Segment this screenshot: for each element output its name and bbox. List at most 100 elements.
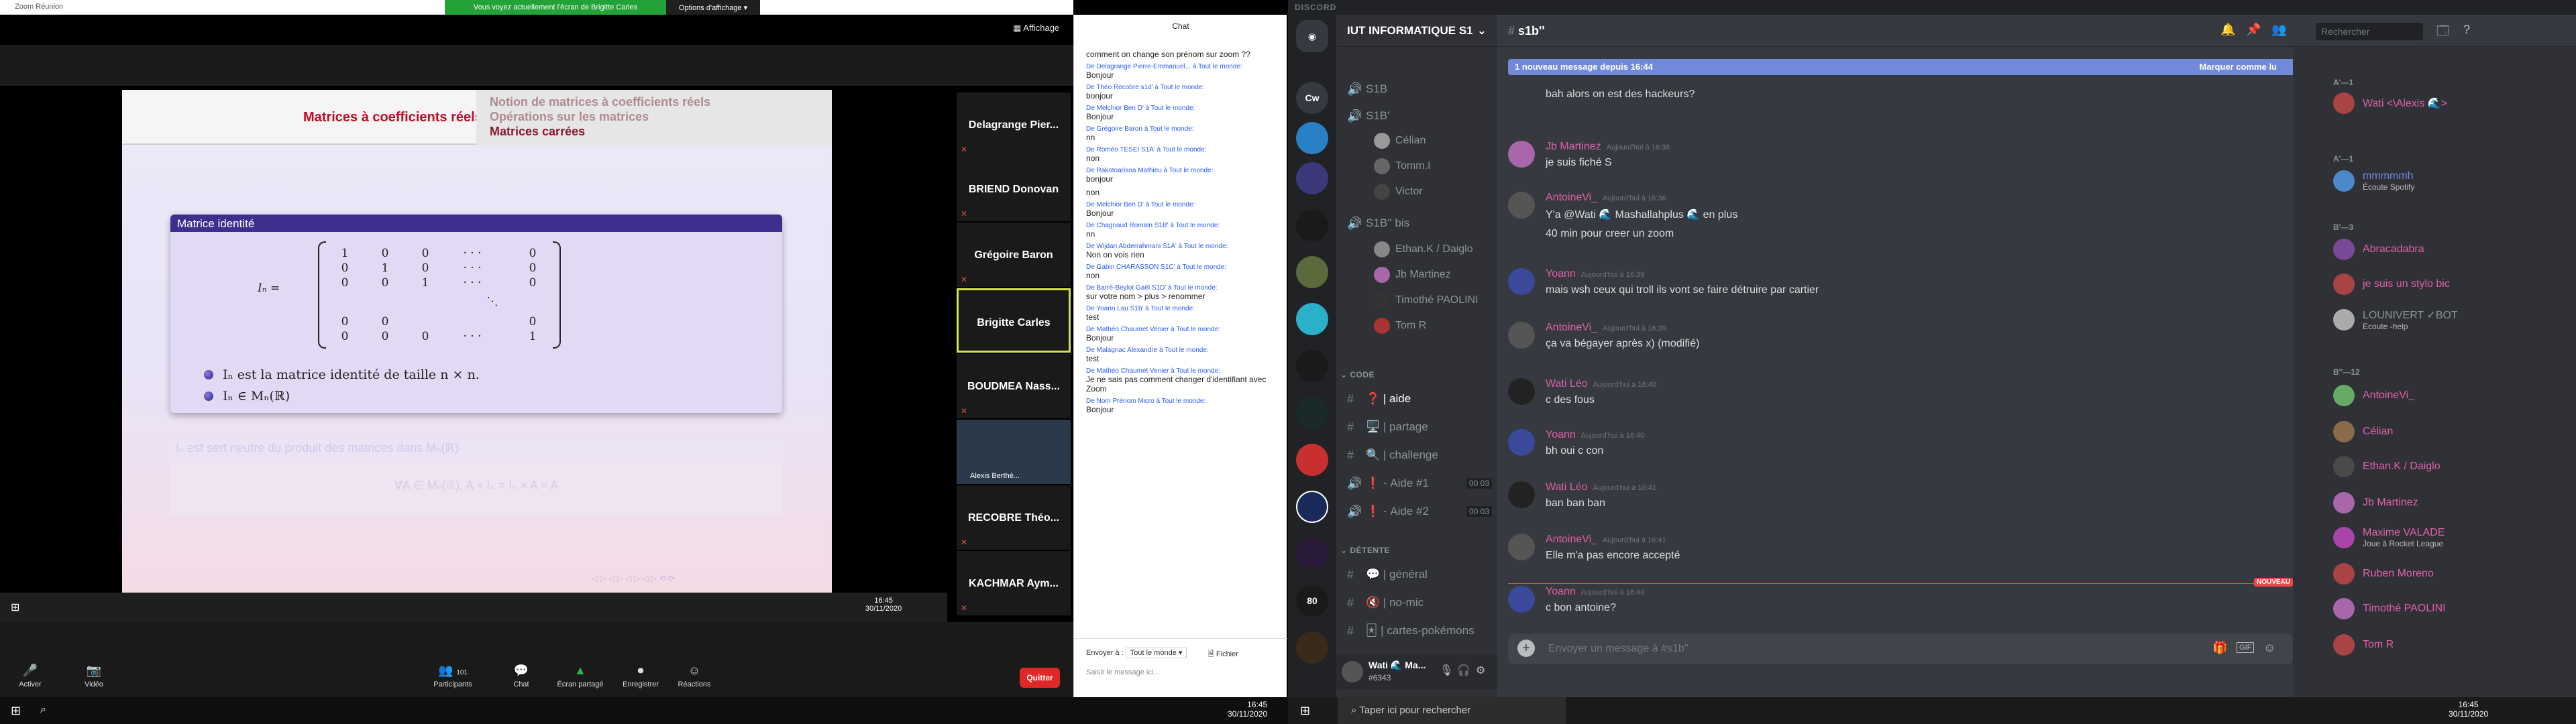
member-item[interactable]: Abracadabra [2333, 239, 2424, 260]
voice-channel[interactable]: 🔊 S1B' [1347, 106, 1492, 126]
message-author[interactable]: Jb Martinez Aujourd'hui à 16:36 [1546, 141, 1670, 153]
server-icon[interactable] [1296, 122, 1328, 154]
view-button[interactable]: ▦ Affichage [1013, 23, 1059, 34]
voice-user[interactable]: Tom R [1374, 318, 1426, 334]
participant-tile[interactable]: BOUDMEA Nass... ✕ [957, 354, 1071, 418]
member-item[interactable]: LOUNIVERT ✓BOT Ecoute -help [2333, 308, 2458, 331]
search-icon[interactable]: ⌕ [40, 704, 46, 716]
member-item[interactable]: Maxime VALADE Joue à Rocket League [2333, 527, 2445, 548]
avatar[interactable] [1508, 429, 1535, 456]
participant-tile[interactable]: KACHMAR Aym... ✕ [957, 551, 1071, 615]
server-icon[interactable] [1296, 209, 1328, 241]
participant-tile-active[interactable]: Brigitte Carles [957, 288, 1071, 353]
member-item[interactable]: Ruben Moreno [2333, 563, 2434, 585]
server-icon[interactable] [1296, 397, 1328, 429]
voice-user[interactable]: Célian [1374, 133, 1426, 149]
chat-button[interactable]: 💬 Chat [491, 664, 551, 688]
avatar[interactable] [1508, 322, 1535, 349]
avatar[interactable] [1508, 481, 1535, 508]
headphones-icon[interactable]: 🎧 [1457, 664, 1470, 677]
message-author[interactable]: Yoann Aujourd'hui à 16:39 [1546, 268, 1644, 280]
gif-icon[interactable]: GIF [2237, 642, 2255, 653]
avatar[interactable] [1508, 141, 1535, 168]
file-button[interactable]: 🗎 Fichier [1208, 648, 1238, 661]
windows-start-icon[interactable]: ⊞ [11, 704, 21, 718]
server-name[interactable]: IUT INFORMATIQUE S1 ⌄ [1336, 15, 1497, 47]
display-options-button[interactable]: Options d'affichage ▾ [666, 0, 760, 15]
members-icon[interactable]: 👥 [2271, 23, 2286, 37]
voice-channel[interactable]: 🔊 ❗ - Aide #2 00 03 [1347, 501, 1492, 522]
voice-user[interactable]: Victor [1374, 184, 1423, 200]
share-screen-button[interactable]: ▲ Écran partagé [550, 664, 610, 688]
message-author[interactable]: Yoann Aujourd'hui à 16:44 [1546, 586, 1644, 598]
mic-icon[interactable]: 🎙 [1440, 664, 1453, 677]
text-channel[interactable]: # 🃏 | cartes-pokémons [1347, 621, 1492, 641]
avatar[interactable] [1508, 192, 1535, 219]
server-icon[interactable] [1296, 162, 1328, 194]
voice-channel[interactable]: 🔊 S1B [1347, 79, 1492, 99]
reactions-button[interactable]: ☺ Réactions [664, 664, 724, 688]
server-icon[interactable] [1296, 350, 1328, 382]
record-button[interactable]: ⏺ Enregistrer [610, 664, 671, 688]
emoji-icon[interactable]: ☺ [2263, 641, 2275, 655]
quit-button[interactable]: Quitter [1020, 668, 1060, 688]
message-author[interactable]: Wati Léo Aujourd'hui à 16:40 [1546, 378, 1656, 390]
avatar[interactable] [1508, 586, 1535, 613]
server-icon[interactable] [1296, 444, 1328, 476]
server-icon[interactable] [1296, 491, 1328, 523]
voice-user[interactable]: Ethan.K / Daiglo [1374, 241, 1473, 257]
voice-user[interactable]: Jb Martinez [1374, 267, 1451, 283]
member-item[interactable]: mmmmmh Écoute Spotify [2333, 170, 2414, 192]
text-channel[interactable]: # 🔇 | no-mic [1347, 593, 1492, 613]
text-channel[interactable]: # 💬 | général [1347, 564, 1492, 585]
participant-tile-video[interactable]: Alexis Berthé... [957, 420, 1071, 484]
beamer-nav-icons[interactable]: ◁ ▷ ◁ ▷ ◁ ▷ ◁ ▷ ⟲ ⟳ [592, 574, 675, 583]
discord-home-icon[interactable]: ◉ [1296, 20, 1328, 52]
participant-tile[interactable]: BRIEND Donovan ✕ [957, 157, 1071, 221]
member-item[interactable]: AntoineVi_ [2333, 385, 2414, 406]
message-author[interactable]: AntoineVi_ Aujourd'hui à 16:36 [1546, 192, 1666, 204]
avatar[interactable] [1508, 378, 1535, 405]
text-channel-selected[interactable]: # ❓ | aide [1347, 389, 1492, 409]
gear-icon[interactable]: ⚙ [1476, 664, 1485, 677]
member-item[interactable]: Wati <\Alexis 🌊> [2333, 93, 2447, 114]
voice-channel[interactable]: 🔊 ❗ - Aide #1 00 03 [1347, 473, 1492, 493]
category-header[interactable]: ⌄ DÉTENTE [1340, 546, 1390, 555]
text-channel[interactable]: # 🖥️ | partage [1347, 417, 1492, 437]
chat-input[interactable]: Saisir le message ici... [1086, 668, 1274, 676]
server-icon[interactable] [1296, 303, 1328, 335]
participants-button[interactable]: 👥 101 Participants [423, 664, 483, 688]
message-author[interactable]: AntoineVi_ Aujourd'hui à 16:41 [1546, 534, 1666, 546]
text-channel[interactable]: # 🔍 | challenge [1347, 445, 1492, 465]
voice-user[interactable]: Tomm.I [1374, 158, 1430, 174]
voice-user[interactable]: Timothé PAOLINI [1374, 292, 1479, 308]
member-item[interactable]: Célian [2333, 421, 2393, 442]
server-icon[interactable]: Cw [1296, 82, 1328, 114]
pin-icon[interactable]: 📌 [2246, 23, 2261, 37]
member-item[interactable]: Timothé PAOLINI [2333, 598, 2446, 619]
participant-tile[interactable]: Delagrange Pier... ✕ [957, 93, 1071, 157]
avatar[interactable] [1342, 661, 1363, 682]
voice-channel[interactable]: 🔊 S1B'' bis [1347, 213, 1492, 233]
server-icon[interactable] [1296, 256, 1328, 288]
server-icon[interactable]: 80 [1296, 585, 1328, 617]
chat-messages[interactable]: comment on change son prénom sur zoom ??… [1086, 50, 1275, 638]
participant-tile[interactable]: Grégoire Baron ✕ [957, 223, 1071, 287]
taskbar-search[interactable]: ⌕ Taper ici pour rechercher [1338, 697, 1566, 724]
message-author[interactable]: Yoann Aujourd'hui à 16:40 [1546, 429, 1644, 441]
mark-read-button[interactable]: Marquer comme lu [2199, 62, 2277, 72]
member-item[interactable]: Ethan.K / Daiglo [2333, 456, 2440, 477]
server-icon[interactable] [1296, 631, 1328, 664]
participant-tile[interactable]: RECOBRE Théo... ✕ [957, 485, 1071, 550]
member-item[interactable]: je suis un stylo bic [2333, 274, 2450, 295]
avatar[interactable] [1508, 534, 1535, 560]
message-author[interactable]: Wati Léo Aujourd'hui à 16:41 [1546, 481, 1656, 493]
activate-audio-button[interactable]: 🎤 Activer [0, 664, 60, 688]
message-input[interactable]: + Envoyer un message à #s1b'' 🎁 GIF ☺ [1508, 634, 2293, 664]
new-messages-banner[interactable]: 1 nouveau message depuis 16:44 Marquer co… [1508, 59, 2300, 75]
inbox-icon[interactable]: 🗔 [2436, 23, 2450, 43]
plus-icon[interactable]: + [1517, 640, 1535, 657]
windows-start-icon[interactable]: ⊞ [1300, 704, 1310, 718]
send-to-selector[interactable]: Envoyer à : Tout le monde ▾ [1086, 648, 1187, 658]
member-item[interactable]: Tom R [2333, 634, 2394, 656]
